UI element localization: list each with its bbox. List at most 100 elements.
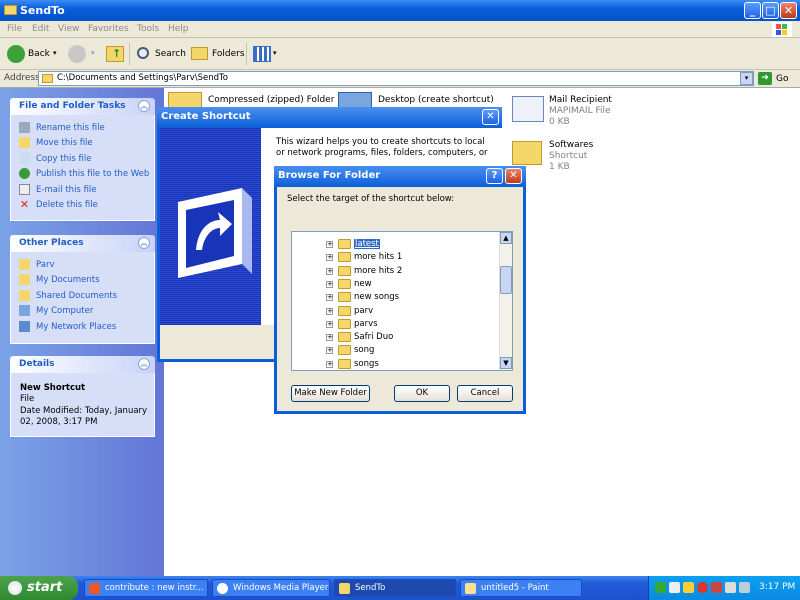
media-player-icon [217, 583, 228, 594]
forward-dropdown-icon[interactable]: ▾ [91, 49, 95, 57]
collapse-icon[interactable]: ︽ [138, 237, 150, 249]
tree-folder-item[interactable]: + more hits 1 [292, 251, 500, 264]
rename-file-link[interactable]: Rename this file [19, 122, 105, 136]
volume-icon[interactable] [739, 582, 750, 593]
maximize-button[interactable]: □ [762, 2, 779, 19]
search-button[interactable]: Search [155, 49, 186, 59]
menu-view[interactable]: View [58, 24, 79, 34]
taskbar-item[interactable]: untitled5 - Paint [460, 579, 582, 597]
back-dropdown-icon[interactable]: ▾ [53, 49, 57, 57]
tray-icon[interactable] [683, 582, 694, 593]
expand-icon[interactable]: + [326, 294, 333, 302]
tasks-panel-header[interactable]: File and Folder Tasks ︽ [10, 98, 155, 115]
views-dropdown-icon[interactable]: ▾ [273, 49, 277, 57]
copy-file-link[interactable]: Copy this file [19, 153, 91, 167]
start-button[interactable]: start [0, 576, 78, 600]
expand-icon[interactable]: + [326, 241, 333, 248]
security-icon[interactable] [711, 582, 722, 593]
file-item[interactable]: Mail Recipient MAPIMAIL File 0 KB [510, 92, 620, 134]
folders-button[interactable]: Folders [212, 49, 245, 59]
expand-icon[interactable]: + [326, 267, 333, 275]
tree-folder-item[interactable]: + more hits 2 [292, 265, 500, 278]
go-arrow-icon[interactable]: ➜ [758, 72, 772, 85]
make-new-folder-button[interactable]: Make New Folder [291, 385, 370, 402]
collapse-icon[interactable]: ︽ [138, 100, 150, 112]
file-item[interactable]: Softwares Shortcut 1 KB [510, 137, 620, 179]
expand-icon[interactable]: + [326, 307, 333, 315]
folders-icon[interactable] [191, 47, 208, 60]
scroll-thumb[interactable] [500, 266, 512, 294]
folder-icon [338, 252, 351, 263]
back-button[interactable]: Back [28, 49, 50, 59]
tray-icon[interactable] [655, 582, 666, 593]
publish-web-link[interactable]: Publish this file to the Web [19, 168, 149, 182]
folder-tree[interactable]: + latest + more hits 1 + more hits 2 + new + new … [291, 231, 513, 371]
address-dropdown-icon[interactable]: ▾ [740, 72, 753, 85]
scroll-down-icon[interactable]: ▼ [500, 357, 512, 369]
tree-folder-label: more hits 1 [354, 252, 403, 263]
ok-button[interactable]: OK [394, 385, 450, 402]
tree-folder-item[interactable]: + new [292, 278, 500, 291]
expand-icon[interactable]: + [326, 320, 333, 328]
close-button[interactable]: ✕ [505, 168, 522, 184]
tree-folder-item[interactable]: + parv [292, 305, 500, 318]
menu-file[interactable]: File [7, 24, 22, 34]
place-shared-documents[interactable]: Shared Documents [19, 290, 117, 304]
email-file-link[interactable]: E-mail this file [19, 184, 97, 198]
place-parv[interactable]: Parv [19, 259, 54, 273]
tree-folder-item[interactable]: + parvs [292, 318, 500, 331]
forward-arrow-icon[interactable] [68, 45, 86, 63]
documents-icon [19, 274, 30, 285]
expand-icon[interactable]: + [326, 334, 333, 342]
places-panel-header[interactable]: Other Places ︽ [10, 235, 155, 252]
tree-folder-item[interactable]: + latest [292, 238, 500, 251]
details-panel-title: Details [19, 359, 55, 369]
tree-folder-label: song [354, 345, 375, 356]
folder-icon [338, 239, 351, 249]
taskbar-item-active[interactable]: SendTo [334, 579, 456, 597]
expand-icon[interactable]: + [326, 254, 333, 262]
help-button[interactable]: ? [486, 168, 503, 184]
expand-icon[interactable]: + [326, 280, 333, 288]
tray-icon[interactable] [725, 582, 736, 593]
collapse-icon[interactable]: ︽ [138, 358, 150, 370]
tray-icon[interactable] [697, 582, 708, 593]
details-panel-header[interactable]: Details ︽ [10, 356, 155, 373]
tree-folder-item[interactable]: + Safri Duo [292, 331, 500, 344]
taskbar-item[interactable]: Windows Media Player [212, 579, 330, 597]
close-button[interactable]: ✕ [482, 109, 499, 125]
cancel-button[interactable]: Cancel [457, 385, 513, 402]
scroll-up-icon[interactable]: ▲ [500, 232, 512, 244]
folder-icon [19, 259, 30, 270]
wizard-title-bar: Create Shortcut ✕ [157, 107, 502, 128]
menu-edit[interactable]: Edit [32, 24, 49, 34]
go-button[interactable]: Go [776, 74, 788, 84]
up-folder-icon[interactable]: ↑ [106, 46, 124, 62]
place-my-computer[interactable]: My Computer [19, 305, 93, 319]
tree-folder-label: parv [354, 305, 374, 316]
views-icon[interactable] [253, 46, 271, 62]
close-button[interactable]: ✕ [780, 2, 797, 19]
tree-scrollbar[interactable]: ▲ ▼ [499, 232, 512, 370]
folder-icon [338, 278, 351, 289]
delete-file-link[interactable]: ✕ Delete this file [19, 199, 98, 213]
menu-tools[interactable]: Tools [137, 24, 159, 34]
expand-icon[interactable]: + [326, 360, 333, 368]
menu-help[interactable]: Help [168, 24, 189, 34]
tray-icon[interactable] [669, 582, 680, 593]
expand-icon[interactable]: + [326, 347, 333, 355]
minimize-button[interactable]: _ [744, 2, 761, 19]
address-input[interactable]: C:\Documents and Settings\Parv\SendTo ▾ [38, 71, 754, 86]
tree-folder-item[interactable]: + song [292, 344, 500, 357]
tree-folder-item[interactable]: + songs [292, 358, 500, 370]
place-network[interactable]: My Network Places [19, 321, 116, 335]
back-arrow-icon[interactable] [7, 45, 25, 63]
place-my-documents[interactable]: My Documents [19, 274, 100, 288]
search-icon[interactable] [137, 47, 149, 59]
tree-folder-item[interactable]: + new songs [292, 291, 500, 304]
tree-folder-label: new [354, 278, 372, 289]
menu-favorites[interactable]: Favorites [88, 24, 129, 34]
move-file-link[interactable]: Move this file [19, 137, 93, 151]
toolbar: Back ▾ ▾ ↑ Search Folders ▾ [0, 38, 800, 70]
taskbar-item[interactable]: contribute : new instr... [84, 579, 208, 597]
